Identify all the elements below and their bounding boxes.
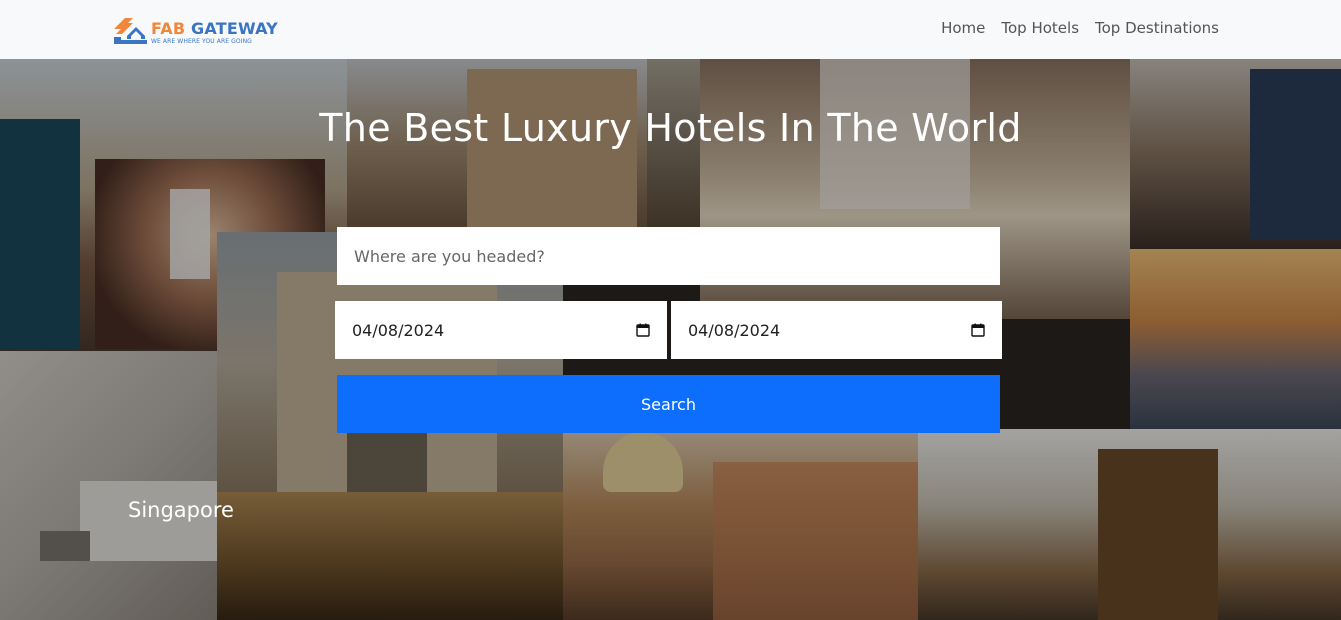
calendar-icon[interactable] <box>971 323 985 337</box>
hero-headline: The Best Luxury Hotels In The World <box>319 106 1022 150</box>
nav-link-top-destinations[interactable]: Top Destinations <box>1095 19 1219 37</box>
destination-caption: Singapore <box>128 498 234 522</box>
brand-name-gateway: GATEWAY <box>185 19 278 38</box>
house-arrows-icon <box>114 18 147 44</box>
checkout-date-field[interactable]: 04/08/2024 <box>671 301 1002 359</box>
brand-name-fab: FAB <box>151 19 186 38</box>
checkin-date-value: 04/08/2024 <box>352 320 445 340</box>
top-navbar: FAB GATEWAY WE ARE WHERE YOU ARE GOING H… <box>0 0 1341 59</box>
destination-search-input[interactable] <box>337 227 1000 285</box>
search-button[interactable]: Search <box>337 375 1000 433</box>
nav-links: Home Top Hotels Top Destinations <box>941 19 1219 37</box>
brand-text: FAB GATEWAY WE ARE WHERE YOU ARE GOING <box>151 15 278 45</box>
brand-tagline: WE ARE WHERE YOU ARE GOING <box>151 38 252 45</box>
checkout-date-value: 04/08/2024 <box>688 320 781 340</box>
checkin-date-field[interactable]: 04/08/2024 <box>335 301 667 359</box>
brand-logo-link[interactable]: FAB GATEWAY WE ARE WHERE YOU ARE GOING <box>113 15 278 45</box>
brand-name: FAB GATEWAY <box>151 21 278 37</box>
nav-link-top-hotels[interactable]: Top Hotels <box>1001 19 1079 37</box>
nav-link-home[interactable]: Home <box>941 19 985 37</box>
calendar-icon[interactable] <box>636 323 650 337</box>
